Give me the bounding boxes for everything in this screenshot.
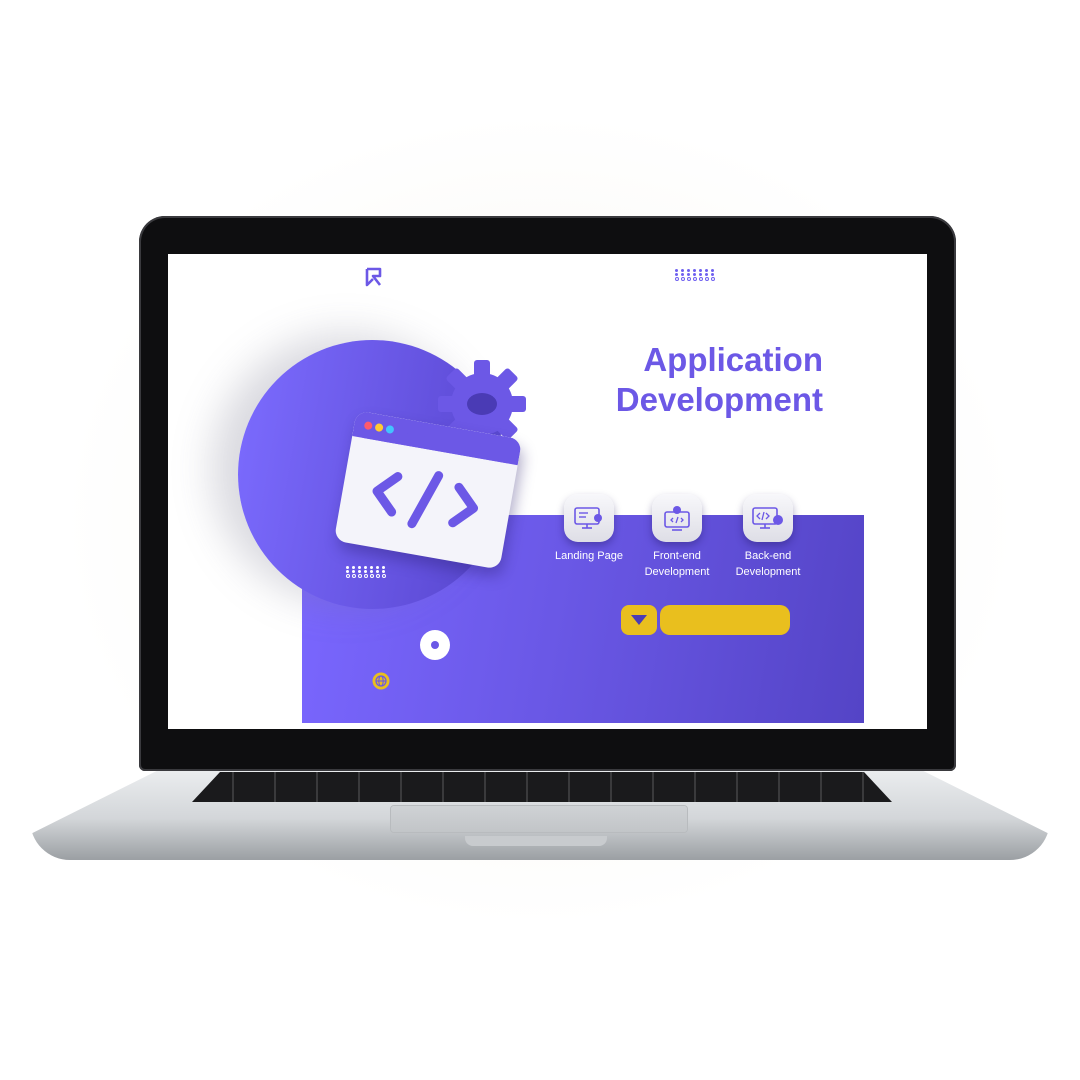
decorative-dots-circle xyxy=(346,566,388,578)
title-line-2: Development xyxy=(615,381,823,418)
laptop-trackpad xyxy=(391,806,687,832)
service-label: Front-end Development xyxy=(644,550,710,578)
page-title: Application Development xyxy=(563,340,823,420)
laptop-keyboard xyxy=(192,772,892,802)
dropdown-button[interactable] xyxy=(621,605,657,635)
laptop-screen: Application Development Landing Page Fro… xyxy=(168,254,927,729)
laptop-notch xyxy=(465,836,607,846)
action-button[interactable] xyxy=(660,605,790,635)
record-ring-icon xyxy=(420,630,450,660)
frontend-icon xyxy=(652,494,702,542)
service-label: Landing Page xyxy=(555,550,623,562)
backend-icon xyxy=(743,494,793,542)
landing-page-icon xyxy=(564,494,614,542)
decorative-dots-top xyxy=(675,269,717,281)
globe-icon[interactable] xyxy=(372,672,390,690)
service-backend[interactable]: Back-end Development xyxy=(718,494,818,580)
title-line-1: Application xyxy=(643,341,823,378)
service-landing-page[interactable]: Landing Page xyxy=(539,494,639,564)
caret-down-icon xyxy=(631,615,647,625)
service-frontend[interactable]: Front-end Development xyxy=(627,494,727,580)
brand-logo-icon[interactable] xyxy=(365,267,383,287)
service-label: Back-end Development xyxy=(735,550,801,578)
